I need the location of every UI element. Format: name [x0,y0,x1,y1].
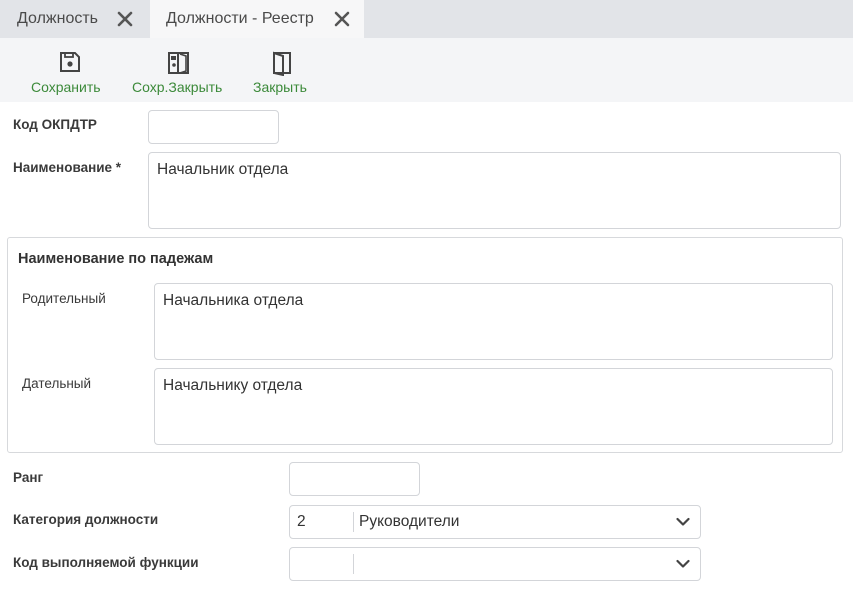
category-code: 2 [297,513,306,530]
genitive-textarea[interactable]: Начальника отдела [154,283,833,360]
category-select[interactable]: 2 Руководители [289,505,701,539]
name-label: Наименование * [13,160,122,175]
name-value: Начальник отдела [157,161,289,178]
name-textarea[interactable]: Начальник отдела [148,152,841,229]
genitive-label: Родительный [22,291,106,306]
category-label: Категория должности [13,512,159,527]
save-close-icon [168,52,189,74]
door-icon [273,51,291,76]
tab-position[interactable]: Должность [0,0,147,38]
close-icon[interactable] [334,11,350,27]
dative-textarea[interactable]: Начальнику отдела [154,368,833,445]
close-button[interactable]: Закрыть [250,38,316,102]
tab-label: Должности - Реестр [166,10,314,27]
save-label: Сохранить [31,79,101,95]
divider [353,554,354,574]
okpdtr-input[interactable] [148,110,279,144]
save-button[interactable]: Сохранить [30,38,110,102]
dative-label: Дательный [22,376,92,391]
rank-label: Ранг [13,470,44,485]
divider [353,512,354,532]
tab-label: Должность [17,10,98,27]
chevron-down-icon[interactable] [676,559,690,569]
genitive-value: Начальника отдела [163,292,304,309]
save-close-button[interactable]: Сохр.Закрыть [130,38,230,102]
close-label: Закрыть [253,79,307,95]
okpdtr-label: Код ОКПДТР [13,117,97,132]
chevron-down-icon[interactable] [676,517,690,527]
function-code-select[interactable] [289,547,701,581]
category-value: Руководители [359,513,460,530]
rank-input[interactable] [289,462,420,496]
dative-value: Начальнику отдела [163,377,303,394]
floppy-disk-icon [60,52,80,72]
tab-positions-registry[interactable]: Должности - Реестр [150,0,364,38]
toolbar: Сохранить Сохр.Закрыть Закрыть [0,38,853,102]
close-icon[interactable] [117,11,133,27]
tab-strip: Должность Должности - Реестр [0,0,853,38]
function-code-label: Код выполняемой функции [13,555,199,570]
save-close-label: Сохр.Закрыть [132,79,223,95]
cases-group-title: Наименование по падежам [18,251,214,267]
